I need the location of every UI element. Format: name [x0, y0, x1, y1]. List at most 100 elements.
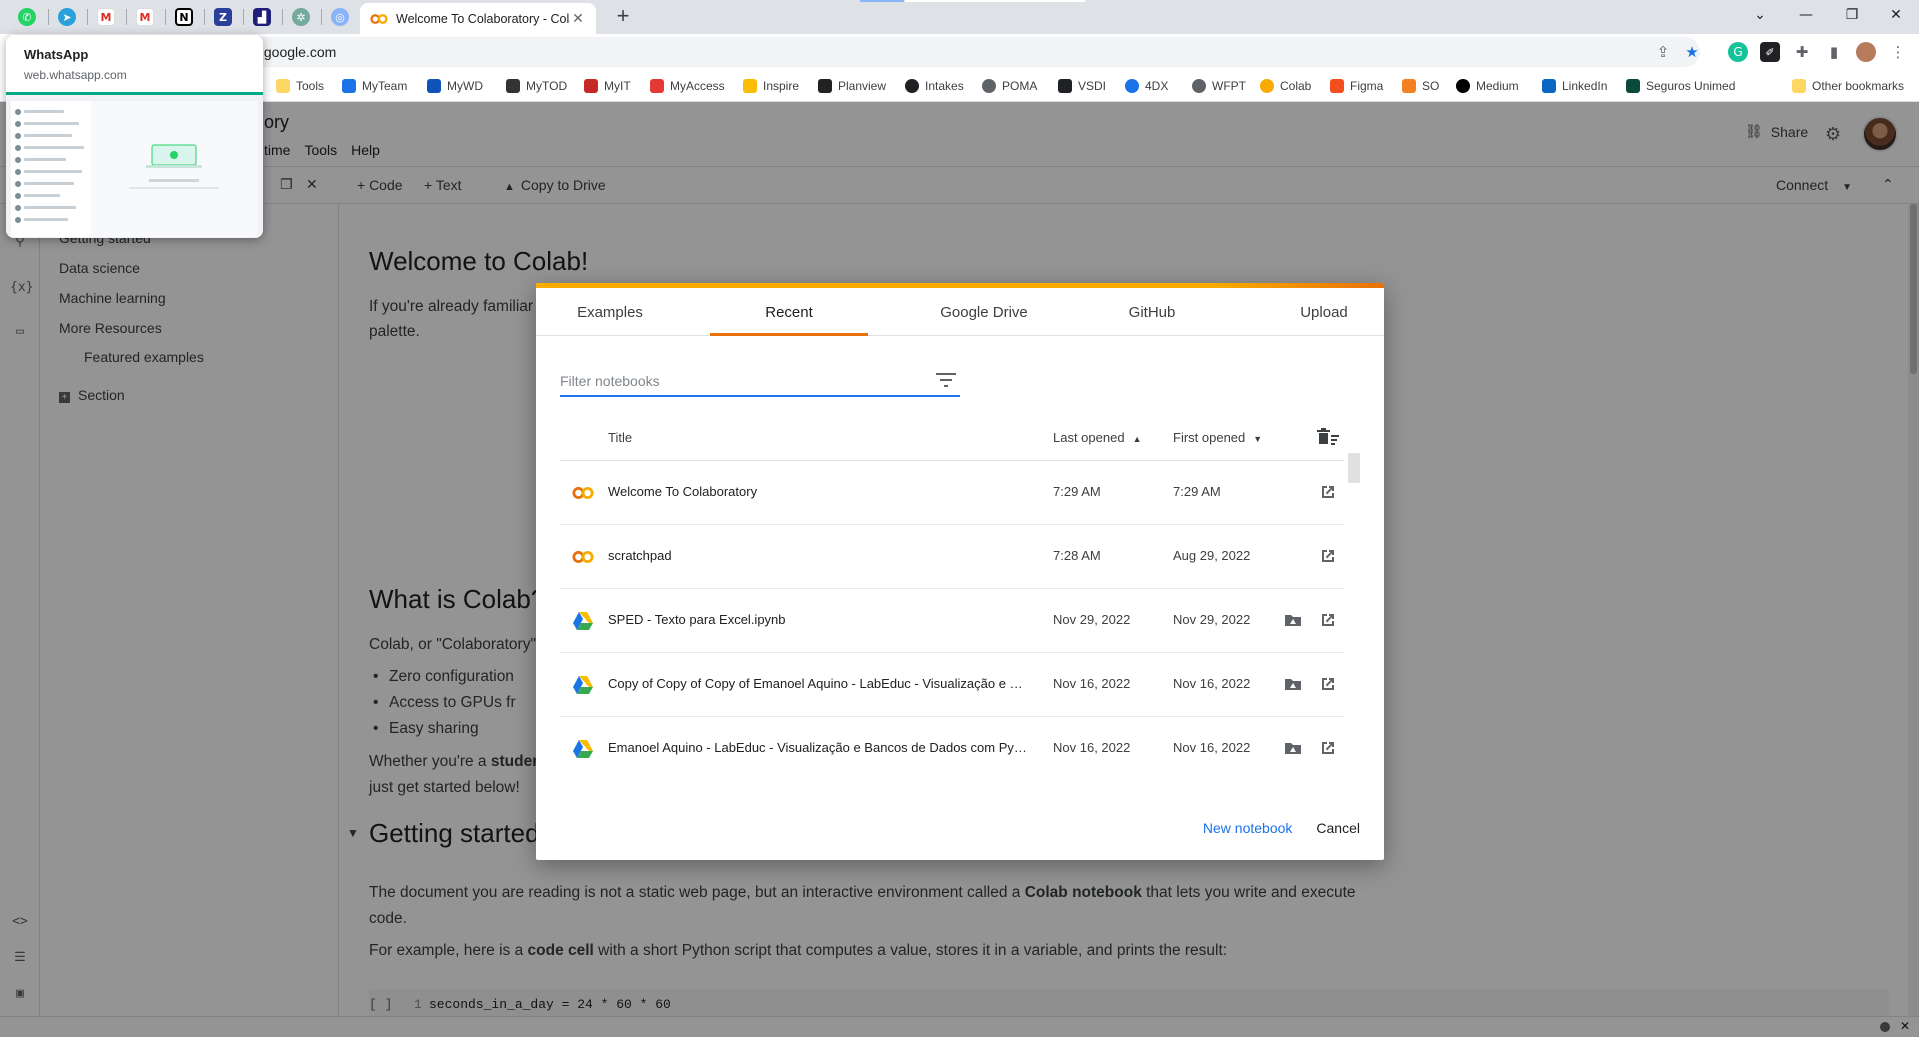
cancel-button[interactable]: Cancel: [1308, 812, 1368, 844]
last-opened: Nov 16, 2022: [1053, 740, 1131, 755]
pinned-tab-app[interactable]: Z: [204, 4, 242, 30]
preview-row: [15, 145, 87, 151]
pinned-tab-whatsapp[interactable]: ✆: [8, 4, 46, 30]
open-in-new-tab-icon[interactable]: [1319, 483, 1337, 501]
linkedin-icon: [1542, 79, 1556, 93]
bookmark-item[interactable]: Tools: [276, 76, 324, 96]
chatgpt-icon: ✲: [292, 8, 310, 26]
chart-app-icon: ▟: [253, 8, 271, 26]
pinned-tab-chatgpt[interactable]: ✲: [282, 4, 320, 30]
open-notebook-dialog: Examples Recent Google Drive GitHub Uplo…: [536, 283, 1384, 860]
bookmark-icon: [427, 79, 441, 93]
open-in-new-tab-icon[interactable]: [1319, 547, 1337, 565]
tab-preview-thumbnail: [6, 92, 263, 238]
bookmark-item[interactable]: SO: [1402, 76, 1439, 96]
address-bar[interactable]: .google.com ⇪ ★: [240, 37, 1700, 67]
column-first-opened[interactable]: First opened ▼: [1173, 430, 1262, 445]
tab-search-icon[interactable]: ⌄: [1737, 0, 1783, 30]
open-in-new-tab-icon[interactable]: [1319, 611, 1337, 629]
bookmark-item[interactable]: VSDI: [1058, 76, 1106, 96]
tab-examples[interactable]: Examples: [560, 288, 660, 336]
bookmark-icon: [905, 79, 919, 93]
notebook-row[interactable]: scratchpad 7:28 AM Aug 29, 2022: [560, 525, 1344, 589]
column-last-opened[interactable]: Last opened ▲: [1053, 430, 1142, 445]
bookmark-item[interactable]: MyTeam: [342, 76, 407, 96]
bookmark-item[interactable]: MyAccess: [650, 76, 725, 96]
clear-history-icon[interactable]: [1317, 427, 1339, 450]
open-in-new-tab-icon[interactable]: [1319, 675, 1337, 693]
extensions-puzzle-icon[interactable]: ✚: [1792, 42, 1812, 62]
bookmark-item[interactable]: Figma: [1330, 76, 1383, 96]
bookmark-item[interactable]: MyTOD: [506, 76, 567, 96]
notebook-row[interactable]: Copy of Copy of Copy of Emanoel Aquino -…: [560, 653, 1344, 717]
column-title[interactable]: Title: [608, 430, 632, 445]
bookmark-item[interactable]: MyWD: [427, 76, 483, 96]
open-drive-folder-icon[interactable]: [1284, 611, 1302, 629]
bookmark-item[interactable]: WFPT: [1192, 76, 1246, 96]
google-drive-icon: [573, 740, 593, 758]
notebook-row[interactable]: SPED - Texto para Excel.ipynb Nov 29, 20…: [560, 589, 1344, 653]
bookmark-icon: [818, 79, 832, 93]
google-drive-icon: [573, 676, 593, 694]
folder-icon: [276, 79, 290, 93]
bookmark-star-icon[interactable]: ★: [1682, 42, 1702, 62]
close-window-icon[interactable]: ✕: [1873, 0, 1919, 30]
extension-icon[interactable]: ✐: [1760, 42, 1780, 62]
pinned-tab-globe[interactable]: ◎: [321, 4, 359, 30]
tab-google-drive[interactable]: Google Drive: [904, 288, 1064, 336]
open-drive-folder-icon[interactable]: [1284, 675, 1302, 693]
filter-icon[interactable]: [936, 373, 956, 387]
notebook-row[interactable]: Welcome To Colaboratory 7:29 AM 7:29 AM: [560, 461, 1344, 525]
tab-github[interactable]: GitHub: [1102, 288, 1202, 336]
side-panel-icon[interactable]: ▮: [1824, 42, 1844, 62]
open-in-new-tab-icon[interactable]: [1319, 739, 1337, 757]
bookmark-item[interactable]: Intakes: [905, 76, 964, 96]
new-notebook-button[interactable]: New notebook: [1195, 812, 1301, 844]
profile-avatar[interactable]: [1856, 42, 1876, 62]
bookmark-icon: [1192, 79, 1206, 93]
address-text: .google.com: [260, 44, 337, 60]
bookmark-item[interactable]: MyIT: [584, 76, 631, 96]
share-page-icon[interactable]: ⇪: [1653, 42, 1673, 62]
tab-upload[interactable]: Upload: [1274, 288, 1374, 336]
notebook-row[interactable]: Emanoel Aquino - LabEduc - Visualização …: [560, 717, 1344, 773]
preview-row: [15, 157, 87, 163]
restore-icon[interactable]: ❐: [1829, 0, 1875, 30]
pinned-tab-telegram[interactable]: ➤: [48, 4, 86, 30]
bookmark-item[interactable]: POMA: [982, 76, 1037, 96]
list-scrollbar[interactable]: [1348, 453, 1360, 483]
preview-row: [15, 217, 87, 223]
bookmark-item[interactable]: LinkedIn: [1542, 76, 1607, 96]
minimize-icon[interactable]: —: [1783, 0, 1829, 30]
bookmark-item[interactable]: Medium: [1456, 76, 1519, 96]
colab-icon: [370, 13, 388, 24]
other-bookmarks[interactable]: Other bookmarks: [1792, 76, 1904, 96]
active-tab[interactable]: Welcome To Colaboratory - Colab ✕: [360, 3, 596, 34]
pinned-tab-gmail-2[interactable]: M: [126, 4, 164, 30]
hover-card-url: web.whatsapp.com: [24, 68, 127, 82]
notebook-title: Emanoel Aquino - LabEduc - Visualização …: [608, 740, 1028, 755]
pinned-tab-notion[interactable]: N: [165, 4, 203, 30]
tab-hover-card: WhatsApp web.whatsapp.com: [6, 35, 263, 238]
notebook-list: Welcome To Colaboratory 7:29 AM 7:29 AM …: [560, 461, 1344, 773]
bookmark-item[interactable]: Seguros Unimed: [1626, 76, 1735, 96]
pinned-tab-chart-app[interactable]: ▟: [243, 4, 281, 30]
last-opened: Nov 29, 2022: [1053, 612, 1131, 627]
browser-toolbar: .google.com ⇪ ★ G ✐ ✚ ▮ ⋮: [0, 34, 1919, 70]
tab-recent[interactable]: Recent: [710, 288, 868, 336]
first-opened: 7:29 AM: [1173, 484, 1221, 499]
close-tab-icon[interactable]: ✕: [570, 10, 586, 27]
open-drive-folder-icon[interactable]: [1284, 739, 1302, 757]
notion-icon: N: [175, 8, 193, 26]
new-tab-button[interactable]: +: [610, 5, 636, 29]
grammarly-icon[interactable]: G: [1728, 42, 1748, 62]
pinned-tab-gmail[interactable]: M: [87, 4, 125, 30]
bookmark-item[interactable]: Inspire: [743, 76, 799, 96]
chrome-menu-icon[interactable]: ⋮: [1888, 42, 1908, 62]
bookmark-item[interactable]: 4DX: [1125, 76, 1168, 96]
bookmark-icon: [650, 79, 664, 93]
bookmark-item[interactable]: Planview: [818, 76, 886, 96]
bookmark-item[interactable]: Colab: [1260, 76, 1311, 96]
filter-notebooks-input[interactable]: [560, 367, 920, 389]
figma-icon: [1330, 79, 1344, 93]
